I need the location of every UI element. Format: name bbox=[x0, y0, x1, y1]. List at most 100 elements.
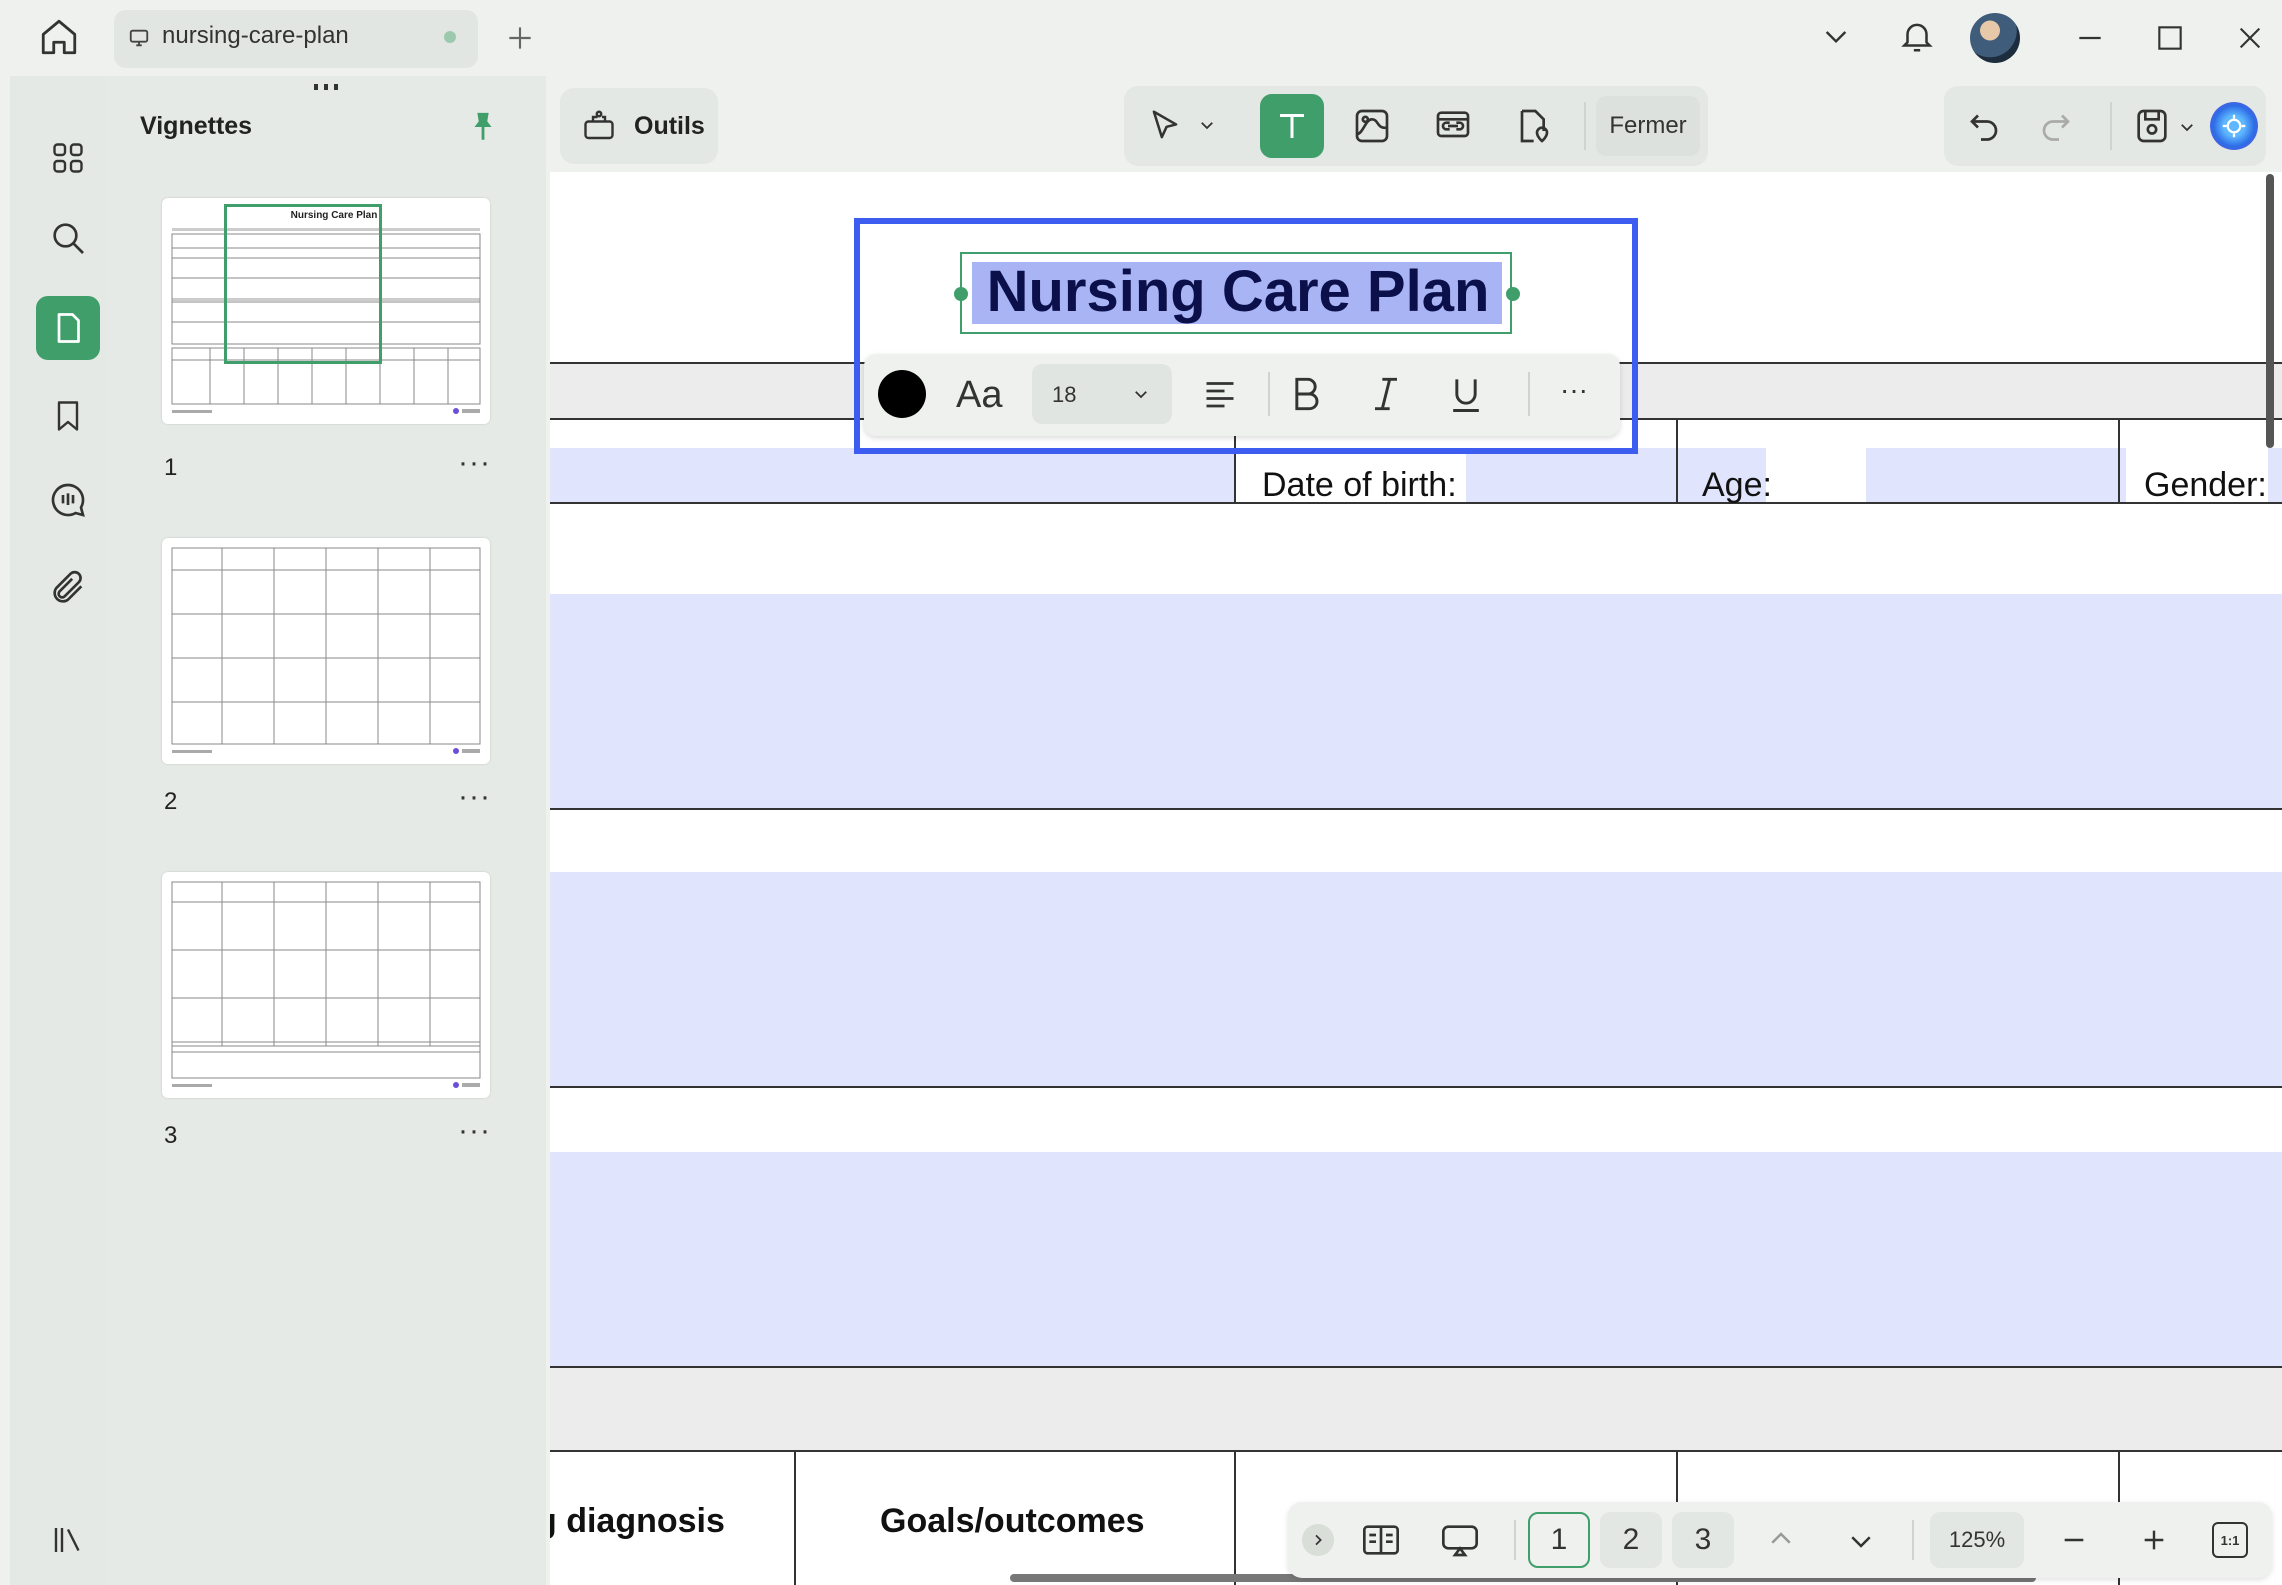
panel-title: Vignettes bbox=[140, 112, 253, 140]
age-label: Age: bbox=[1702, 466, 1772, 504]
page-number-1: 1 bbox=[164, 454, 178, 481]
notification-bell-icon[interactable] bbox=[1898, 16, 1936, 56]
age-field[interactable] bbox=[1866, 448, 2122, 502]
page-navigation-bar: 1 2 3 125% 1:1 bbox=[1288, 1502, 2272, 1578]
history-toolbar bbox=[1944, 86, 2266, 166]
pointer-chevron-down-icon[interactable] bbox=[1198, 116, 1216, 134]
viewport-indicator[interactable] bbox=[224, 204, 382, 364]
attachment-icon[interactable] bbox=[36, 556, 100, 620]
header-goals-outcomes: Goals/outcomes bbox=[880, 1502, 1145, 1540]
dob-field[interactable] bbox=[1466, 448, 1692, 502]
page-thumbnail-3[interactable] bbox=[162, 872, 490, 1098]
undo-icon[interactable] bbox=[1966, 108, 2002, 144]
vertical-scrollbar[interactable] bbox=[2266, 174, 2274, 448]
age-label-cell bbox=[1766, 420, 1866, 502]
text-color-swatch[interactable] bbox=[878, 370, 926, 418]
underline-icon[interactable] bbox=[1444, 372, 1488, 416]
actual-size-button[interactable]: 1:1 bbox=[2212, 1522, 2248, 1558]
header-nursing-diagnosis: g diagnosis bbox=[550, 1502, 725, 1540]
resize-handle-right[interactable] bbox=[1506, 287, 1520, 301]
save-chevron-down-icon[interactable] bbox=[2178, 118, 2196, 136]
thumbnails-panel: Vignettes Nursing Care Plan 1 ··· 2 ··· … bbox=[106, 76, 546, 1585]
page-button-3[interactable]: 3 bbox=[1672, 1512, 1734, 1568]
page-button-1[interactable]: 1 bbox=[1528, 1512, 1590, 1568]
title-textbox[interactable]: Nursing Care Plan bbox=[954, 252, 1520, 334]
dob-label: Date of birth: bbox=[1262, 466, 1457, 504]
library-icon[interactable] bbox=[36, 1508, 100, 1572]
comment-icon[interactable] bbox=[36, 468, 100, 532]
page-number-3: 3 bbox=[164, 1122, 178, 1149]
drag-handle[interactable] bbox=[306, 84, 346, 90]
pin-icon[interactable] bbox=[466, 108, 500, 146]
align-left-icon[interactable] bbox=[1202, 376, 1238, 412]
redo-icon[interactable] bbox=[2038, 108, 2074, 144]
toolbox-icon bbox=[580, 108, 618, 144]
medications-field[interactable] bbox=[550, 1152, 2282, 1366]
zoom-in-icon[interactable] bbox=[2138, 1524, 2170, 1556]
home-icon[interactable] bbox=[38, 16, 80, 58]
document-title[interactable]: Nursing Care Plan bbox=[962, 258, 1514, 325]
title-bar: nursing-care-plan bbox=[0, 0, 2282, 76]
format-divider bbox=[1268, 372, 1270, 416]
close-edit-button[interactable]: Fermer bbox=[1596, 96, 1700, 156]
page-thumbnail-1[interactable]: Nursing Care Plan bbox=[162, 198, 490, 424]
nav-divider bbox=[1514, 1520, 1516, 1560]
text-tool-button[interactable] bbox=[1260, 94, 1324, 158]
location-tool-icon[interactable] bbox=[1512, 106, 1552, 146]
image-tool-icon[interactable] bbox=[1352, 106, 1392, 146]
collapse-chevron-icon[interactable] bbox=[1302, 1524, 1334, 1556]
gender-field[interactable] bbox=[2268, 448, 2282, 502]
divider bbox=[1234, 1452, 1236, 1585]
link-tool-icon[interactable] bbox=[1432, 106, 1474, 146]
page-2-more-button[interactable]: ··· bbox=[458, 780, 491, 814]
search-icon[interactable] bbox=[36, 206, 100, 270]
minimize-icon[interactable] bbox=[2074, 22, 2106, 54]
font-size-select[interactable]: 18 bbox=[1032, 364, 1172, 424]
close-window-icon[interactable] bbox=[2234, 22, 2266, 54]
ai-assistant-icon[interactable] bbox=[2210, 102, 2258, 150]
unsaved-dot-icon bbox=[444, 31, 456, 43]
medical-history-field[interactable] bbox=[550, 594, 2282, 808]
italic-icon[interactable] bbox=[1364, 372, 1408, 416]
maximize-icon[interactable] bbox=[2154, 22, 2186, 54]
care-plan-header-band bbox=[550, 1368, 2282, 1450]
bold-icon[interactable] bbox=[1284, 372, 1328, 416]
toolbar-divider bbox=[1584, 102, 1586, 150]
avatar[interactable] bbox=[1970, 13, 2020, 63]
next-page-icon[interactable] bbox=[1846, 1526, 1876, 1556]
pages-icon[interactable] bbox=[36, 296, 100, 360]
select-pointer-icon[interactable] bbox=[1146, 106, 1184, 146]
rule bbox=[550, 808, 2282, 810]
page-3-more-button[interactable]: ··· bbox=[458, 1114, 491, 1148]
chevron-down-icon bbox=[1132, 385, 1150, 403]
format-divider bbox=[1528, 372, 1530, 416]
nav-divider bbox=[1912, 1520, 1914, 1560]
resize-handle-left[interactable] bbox=[954, 287, 968, 301]
gender-label: Gender: bbox=[2144, 466, 2267, 504]
zoom-level[interactable]: 125% bbox=[1930, 1512, 2024, 1568]
grid-icon[interactable] bbox=[36, 126, 100, 190]
page-button-2[interactable]: 2 bbox=[1600, 1512, 1662, 1568]
new-tab-icon[interactable] bbox=[504, 22, 536, 54]
monitor-icon bbox=[128, 27, 150, 49]
page-thumbnail-2[interactable] bbox=[162, 538, 490, 764]
divider bbox=[2118, 420, 2120, 502]
bookmark-icon[interactable] bbox=[36, 384, 100, 448]
font-family-button[interactable]: Aa bbox=[956, 374, 1002, 417]
zoom-out-icon[interactable] bbox=[2058, 1524, 2090, 1556]
rule bbox=[550, 1450, 2282, 1452]
presentation-icon[interactable] bbox=[1438, 1520, 1482, 1560]
page-1-more-button[interactable]: ··· bbox=[458, 446, 491, 480]
more-format-button[interactable]: ··· bbox=[1560, 374, 1588, 406]
page-number-2: 2 bbox=[164, 788, 178, 815]
save-icon[interactable] bbox=[2132, 106, 2172, 146]
two-page-view-icon[interactable] bbox=[1360, 1520, 1402, 1560]
toolbar-divider bbox=[2110, 102, 2112, 150]
left-rail bbox=[10, 76, 106, 1585]
allergies-field[interactable] bbox=[550, 872, 2282, 1086]
tools-label: Outils bbox=[634, 112, 705, 140]
tools-button[interactable]: Outils bbox=[560, 88, 718, 164]
chevron-down-icon[interactable] bbox=[1820, 20, 1852, 52]
text-format-bar: Aa 18 ··· bbox=[864, 354, 1620, 436]
previous-page-icon[interactable] bbox=[1766, 1524, 1796, 1554]
